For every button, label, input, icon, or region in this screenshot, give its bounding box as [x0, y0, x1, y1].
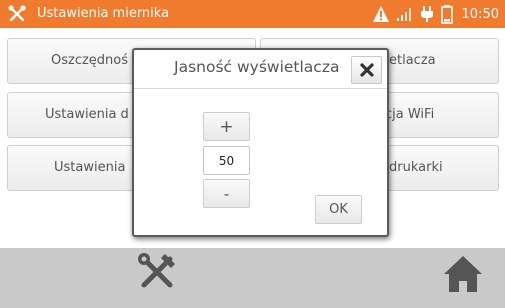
close-button[interactable] [351, 56, 382, 84]
signal-icon [396, 8, 411, 21]
decrease-button[interactable]: - [203, 179, 250, 208]
dialog-title: Jasność wyświetlacza [174, 58, 340, 76]
status-bar: Ustawienia miernika 10:50 [0, 0, 505, 28]
menu-tile-label: Ustawienia [54, 160, 126, 175]
menu-tile-label: Ustawienia d [45, 107, 129, 122]
tools-icon [8, 5, 26, 22]
close-icon [359, 63, 374, 77]
battery-icon [440, 5, 453, 24]
app-title: Ustawienia miernika [37, 6, 170, 21]
plug-icon [420, 6, 433, 22]
status-icons: 10:50 [372, 4, 499, 24]
tools-icon[interactable] [135, 250, 179, 294]
clock-time: 10:50 [461, 6, 499, 22]
bottom-toolbar [0, 248, 505, 308]
brightness-dialog: Jasność wyświetlacza + 50 - OK [132, 48, 389, 237]
menu-tile-label: drukarki [389, 160, 443, 175]
home-icon[interactable] [441, 252, 485, 296]
dialog-divider [134, 88, 387, 89]
ok-button[interactable]: OK [315, 195, 362, 224]
menu-tile-label: Oszczędnoś [51, 53, 129, 68]
increase-button[interactable]: + [203, 112, 250, 141]
brightness-value: 50 [203, 146, 250, 175]
menu-tile-label: cja WiFi [385, 107, 435, 122]
menu-tile-label: etlacza [389, 53, 436, 68]
warning-icon [372, 6, 389, 22]
